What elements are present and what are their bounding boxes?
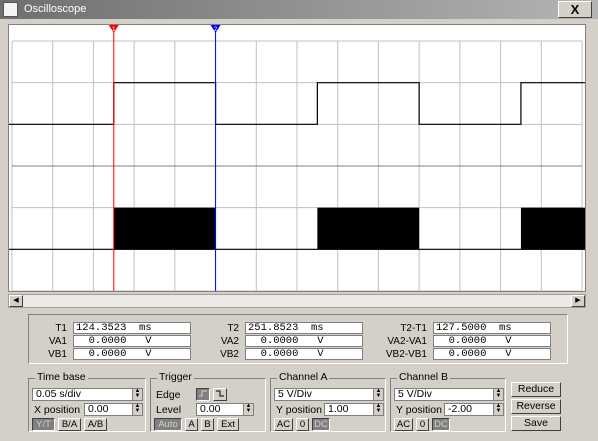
t2-label: T2 (227, 323, 239, 334)
rising-edge-icon[interactable] (196, 388, 210, 401)
t2-t1-value: 127.5000 ms (433, 322, 551, 334)
channel-a-scale-input[interactable]: 5 V/Div ▲ ▼ (274, 388, 384, 401)
channel-b-burst (317, 207, 420, 250)
cursor-readouts: T1 124.3523 ms VA1 0.0000 V VB1 0.0000 V… (28, 314, 568, 364)
t2-value: 251.8523 ms (245, 322, 363, 334)
save-button[interactable]: Save (511, 416, 561, 431)
x-position-input[interactable]: 0.00 ▲ ▼ (84, 403, 143, 416)
x-position-label: X position (34, 404, 81, 416)
scroll-left-button[interactable]: ◀ (9, 295, 23, 307)
channel-b-ypos-spinner-icon[interactable]: ▲ ▼ (493, 403, 503, 415)
trigger-auto-button[interactable]: Auto (154, 418, 182, 431)
vb1-label: VB1 (48, 349, 67, 360)
x-position-value: 0.00 (88, 403, 109, 415)
scope-display: 12 (8, 24, 586, 292)
channel-b-scale-value: 5 V/Div (398, 388, 432, 400)
trigger-level-value: 0.00 (200, 403, 221, 415)
channel-b-ypos-label: Y position (396, 404, 442, 416)
va1-value: 0.0000 V (73, 335, 191, 347)
trigger-a-button[interactable]: A (185, 418, 198, 431)
channel-a-ypos-spinner-icon[interactable]: ▲ ▼ (373, 403, 383, 415)
channel-a-dc-button[interactable]: DC (312, 418, 330, 431)
t1-label: T1 (55, 323, 67, 334)
timebase-scale-input[interactable]: 0.05 s/div ▲ ▼ (32, 388, 143, 401)
window-title: Oscilloscope (24, 3, 87, 15)
trigger-level-spinner-icon[interactable]: ▲ ▼ (243, 403, 253, 415)
channel-a-scale-value: 5 V/Div (278, 388, 312, 400)
channel-a-ypos-value: 1.00 (328, 403, 349, 415)
channel-a-title: Channel A (277, 371, 330, 383)
reduce-button[interactable]: Reduce (511, 382, 561, 397)
channel-a-group: Channel A 5 V/Div ▲ ▼ Y position 1.00 ▲ ▼ … (270, 371, 386, 432)
trigger-title: Trigger (157, 371, 194, 383)
scope-screen: 12 (9, 25, 585, 291)
channel-a-zero-button[interactable]: 0 (296, 418, 309, 431)
trigger-group: Trigger Edge Level 0.00 ▲ ▼ Auto A B Ext (150, 371, 266, 432)
va1-label: VA1 (48, 336, 67, 347)
vb2-label: VB2 (220, 349, 239, 360)
timebase-group: Time base 0.05 s/div ▲ ▼ X position 0.00 … (28, 371, 146, 432)
vb1-value: 0.0000 V (73, 348, 191, 360)
va2-va1-label: VA2-VA1 (387, 336, 427, 347)
timebase-scale-value: 0.05 s/div (36, 388, 81, 400)
horizontal-scrollbar[interactable]: ◀ ▶ (8, 294, 586, 308)
close-button[interactable]: X (558, 1, 592, 18)
mode-yt-button[interactable]: Y/T (32, 418, 55, 431)
channel-a-scale-spinner-icon[interactable]: ▲ ▼ (373, 388, 383, 400)
channel-a-ypos-label: Y position (276, 404, 322, 416)
mode-ba-button[interactable]: B/A (58, 418, 81, 431)
channel-b-burst (520, 207, 585, 250)
vb2-vb1-label: VB2-VB1 (385, 349, 427, 360)
window-titlebar: Oscilloscope X (0, 0, 598, 19)
level-label: Level (156, 404, 182, 416)
channel-b-title: Channel B (397, 371, 451, 383)
trigger-ext-button[interactable]: Ext (217, 418, 239, 431)
falling-edge-icon[interactable] (213, 388, 227, 401)
trigger-b-button[interactable]: B (201, 418, 214, 431)
mode-ab-button[interactable]: A/B (84, 418, 107, 431)
va2-value: 0.0000 V (245, 335, 363, 347)
channel-b-ac-button[interactable]: AC (394, 418, 413, 431)
t2-t1-label: T2-T1 (400, 323, 427, 334)
app-icon (3, 2, 18, 17)
channel-b-group: Channel B 5 V/Div ▲ ▼ Y position -2.00 ▲ ▼… (390, 371, 506, 432)
vb2-vb1-value: 0.0000 V (433, 348, 551, 360)
x-position-spinner-icon[interactable]: ▲ ▼ (132, 403, 142, 415)
va2-va1-value: 0.0000 V (433, 335, 551, 347)
vb2-value: 0.0000 V (245, 348, 363, 360)
edge-label: Edge (156, 389, 181, 401)
channel-b-burst (113, 207, 216, 250)
channel-b-ypos-input[interactable]: -2.00 ▲ ▼ (444, 403, 504, 416)
channel-b-dc-button[interactable]: DC (432, 418, 450, 431)
channel-a-ac-button[interactable]: AC (274, 418, 293, 431)
va2-label: VA2 (220, 336, 239, 347)
channel-a-ypos-input[interactable]: 1.00 ▲ ▼ (324, 403, 384, 416)
channel-b-zero-button[interactable]: 0 (416, 418, 429, 431)
timebase-title: Time base (35, 371, 88, 383)
reverse-button[interactable]: Reverse (511, 399, 561, 414)
channel-b-scale-input[interactable]: 5 V/Div ▲ ▼ (394, 388, 504, 401)
t1-value: 124.3523 ms (73, 322, 191, 334)
channel-b-scale-spinner-icon[interactable]: ▲ ▼ (493, 388, 503, 400)
timebase-spinner-icon[interactable]: ▲ ▼ (132, 388, 142, 400)
scroll-right-button[interactable]: ▶ (571, 295, 585, 307)
trigger-level-input[interactable]: 0.00 ▲ ▼ (196, 403, 254, 416)
channel-b-ypos-value: -2.00 (448, 403, 472, 415)
